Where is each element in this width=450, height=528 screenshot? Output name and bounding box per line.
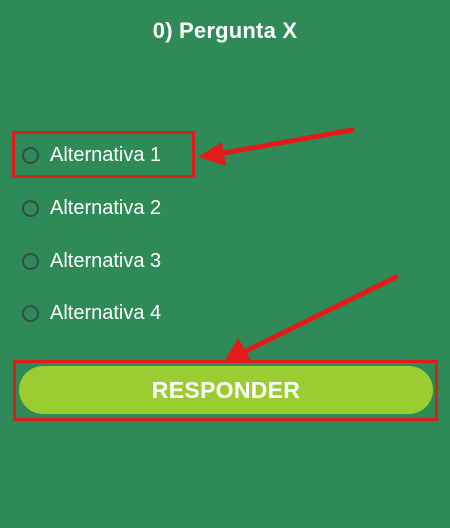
radio-icon[interactable]: [22, 252, 39, 270]
arrow-icon: [198, 127, 355, 166]
highlight-box-button: [13, 360, 438, 421]
option-label: Alternativa 2: [50, 196, 162, 219]
radio-icon[interactable]: [22, 304, 39, 322]
option-label: Alternativa 3: [50, 249, 162, 272]
highlight-box-option: [12, 131, 195, 178]
option-2[interactable]: Alternativa 2: [22, 193, 161, 223]
arrow-icon: [224, 274, 399, 362]
option-3[interactable]: Alternativa 3: [22, 246, 161, 276]
option-label: Alternativa 4: [50, 301, 162, 324]
option-4[interactable]: Alternativa 4: [22, 298, 161, 328]
radio-icon[interactable]: [22, 199, 39, 217]
question-title: 0) Pergunta X: [152, 18, 298, 43]
